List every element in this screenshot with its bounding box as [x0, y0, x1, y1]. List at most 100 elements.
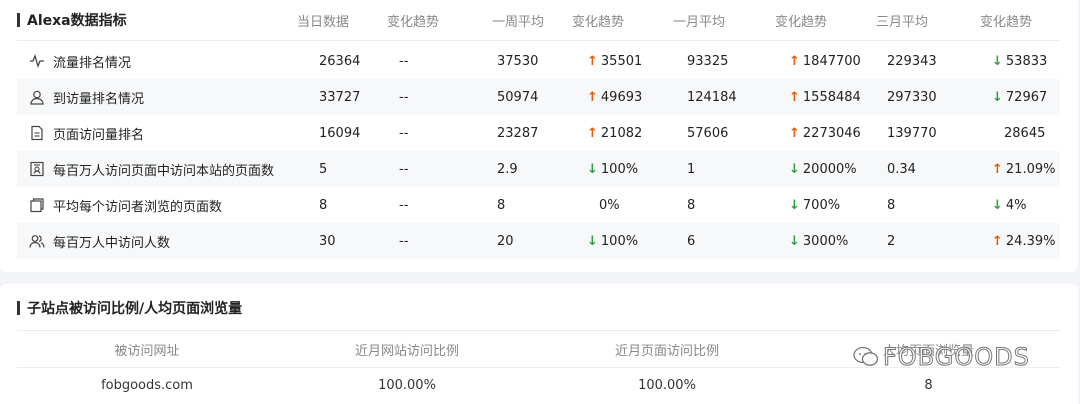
subsite-pageviews: 8	[924, 377, 933, 393]
subsite-page-ratio: 100.00%	[638, 377, 696, 393]
arrow-up-icon: ↑	[789, 89, 800, 105]
trend-value: 700%	[802, 197, 841, 213]
trend-value: 35501	[600, 53, 643, 69]
day-trend-value: --	[399, 89, 409, 105]
week-trend: ↓ 100%	[587, 151, 638, 187]
arrow-down-icon: ↓	[992, 53, 1003, 69]
trend-value: 2273046	[802, 125, 861, 141]
metric-label: 页面访问量排名	[53, 127, 145, 143]
arrow-down-icon: ↓	[789, 233, 800, 249]
subsite-title-text: 子站点被访问比例/人均页面浏览量	[27, 301, 243, 317]
metric-name: 每百万人访问页面中访问本站的页面数	[29, 151, 274, 187]
metric-label: 每百万人中访问人数	[53, 235, 171, 251]
col-header-quarter: 三月平均	[876, 14, 929, 30]
col-header-month-trend: 变化趋势	[775, 14, 828, 30]
metric-label: 到访量排名情况	[53, 91, 145, 107]
month-value: 8	[687, 197, 696, 213]
pulse-icon	[29, 53, 45, 69]
quarter-trend: ↓ 72967	[992, 79, 1047, 115]
trend-value: 28645	[1004, 125, 1046, 141]
trend-value: 0%	[599, 197, 620, 213]
subsite-section-title: 子站点被访问比例/人均页面浏览量	[17, 298, 242, 318]
trend-value: 21.09%	[1005, 161, 1056, 177]
week-trend: ↓ 100%	[587, 223, 638, 259]
month-value: 6	[687, 233, 696, 249]
week-trend: ↑ 35501	[587, 43, 642, 79]
quarter-value: 2	[887, 233, 896, 249]
metric-label: 流量排名情况	[53, 55, 132, 71]
month-value: 124184	[687, 89, 737, 105]
col-header-week: 一周平均	[492, 14, 545, 30]
arrow-up-icon: ↑	[587, 89, 598, 105]
arrow-up-icon: ↑	[789, 53, 800, 69]
arrow-up-icon: ↑	[992, 233, 1003, 249]
col-header-week-trend: 变化趋势	[572, 14, 625, 30]
month-trend: ↓ 3000%	[789, 223, 848, 259]
day-trend-value: --	[399, 53, 409, 69]
col-header-page-ratio: 近月页面访问比例	[614, 343, 719, 359]
arrow-down-icon: ↓	[992, 89, 1003, 105]
trend-value: 1558484	[802, 89, 861, 105]
metric-name: 到访量排名情况	[29, 79, 144, 115]
alexa-metrics-panel: Alexa数据指标 当日数据 变化趋势 一周平均 变化趋势 一月平均 变化趋势 …	[0, 0, 1078, 272]
month-trend: ↑ 1847700	[789, 43, 861, 79]
quarter-trend: ↓ 4%	[992, 187, 1027, 223]
week-trend: ↑ 21082	[587, 115, 642, 151]
week-value: 20	[497, 233, 514, 249]
week-value: 23287	[497, 125, 539, 141]
metric-label: 每百万人访问页面中访问本站的页面数	[53, 163, 275, 179]
users-icon	[29, 233, 45, 249]
month-trend: ↓ 700%	[789, 187, 840, 223]
alexa-table-header: 当日数据 变化趋势 一周平均 变化趋势 一月平均 变化趋势 三月平均 变化趋势	[17, 0, 1060, 41]
table-row: 流量排名情况 26364 -- 37530 ↑ 35501 93325 ↑ 1847700 229…	[17, 43, 1060, 79]
month-trend: ↑ 1558484	[789, 79, 861, 115]
quarter-trend: 28645	[992, 115, 1045, 151]
quarter-trend: ↑ 24.39%	[992, 223, 1055, 259]
week-trend: ↑ 49693	[587, 79, 642, 115]
table-row: 到访量排名情况 33727 -- 50974 ↑ 49693 124184 ↑ 1558484 2…	[17, 79, 1060, 115]
trend-value: 1847700	[802, 53, 861, 69]
arrow-down-icon: ↓	[587, 161, 598, 177]
quarter-value: 297330	[887, 89, 937, 105]
col-header-site-ratio: 近月网站访问比例	[354, 343, 459, 359]
watermark: FOBGOODS	[853, 343, 1030, 372]
table-row: 页面访问量排名 16094 -- 23287 ↑ 21082 57606 ↑ 2273046 13…	[17, 115, 1060, 151]
trend-value: 53833	[1005, 53, 1048, 69]
arrow-up-icon: ↑	[992, 161, 1003, 177]
quarter-value: 139770	[887, 125, 937, 141]
metric-name: 流量排名情况	[29, 43, 131, 79]
user-icon	[29, 89, 45, 105]
week-value: 8	[497, 197, 506, 213]
col-header-day-trend: 变化趋势	[387, 14, 440, 30]
metric-name: 每百万人中访问人数	[29, 223, 170, 259]
month-value: 1	[687, 161, 696, 177]
arrow-down-icon: ↓	[789, 161, 800, 177]
pages-icon	[29, 197, 45, 213]
trend-value: 21082	[600, 125, 643, 141]
day-trend-value: --	[399, 125, 409, 141]
day-trend-value: --	[399, 233, 409, 249]
title-accent-bar	[17, 301, 20, 315]
table-row: fobgoods.com 100.00% 100.00% 8	[17, 367, 1060, 403]
arrow-up-icon: ↑	[789, 125, 800, 141]
day-value: 26364	[319, 53, 361, 69]
week-value: 50974	[497, 89, 539, 105]
week-value: 2.9	[497, 161, 518, 177]
arrow-up-icon: ↑	[587, 125, 598, 141]
col-header-day: 当日数据	[297, 14, 350, 30]
quarter-value: 0.34	[887, 161, 916, 177]
quarter-trend: ↓ 53833	[992, 43, 1047, 79]
metric-name: 页面访问量排名	[29, 115, 144, 151]
trend-value: 49693	[600, 89, 643, 105]
col-header-month: 一月平均	[673, 14, 726, 30]
day-value: 5	[319, 161, 328, 177]
wechat-icon	[853, 346, 879, 368]
metric-name: 平均每个访问者浏览的页面数	[29, 187, 222, 223]
col-header-url: 被访问网址	[114, 343, 180, 359]
week-value: 37530	[497, 53, 539, 69]
quarter-trend: ↑ 21.09%	[992, 151, 1055, 187]
trend-value: 4%	[1005, 197, 1027, 213]
table-row: 平均每个访问者浏览的页面数 8 -- 8 0% 8 ↓ 700% 8 ↓ 4%	[17, 187, 1060, 223]
day-value: 16094	[319, 125, 361, 141]
week-trend: 0%	[587, 187, 620, 223]
